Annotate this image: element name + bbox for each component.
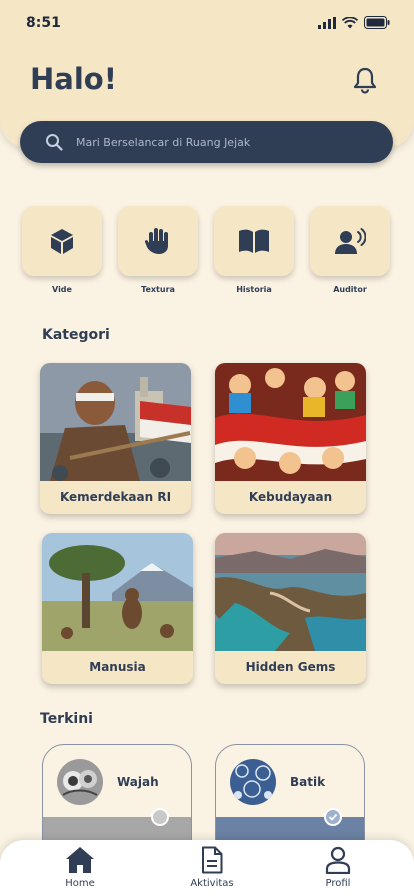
search-bar[interactable] (20, 121, 393, 163)
document-icon (202, 846, 223, 874)
recent-title: Wajah (117, 775, 159, 789)
mode-button-historia[interactable] (214, 206, 294, 276)
mode-button-textura[interactable] (118, 206, 198, 276)
voice-user-icon (335, 228, 366, 254)
user-icon (325, 846, 351, 874)
category-card-manusia[interactable]: Manusia (42, 533, 193, 684)
category-label: Kebudayaan (248, 490, 333, 504)
bell-icon[interactable] (350, 65, 380, 95)
category-card-hidden-gems[interactable]: Hidden Gems (215, 533, 366, 684)
recent-card-batik[interactable]: Batik (215, 744, 365, 854)
manusia-image (42, 533, 193, 651)
nav-label: Home (65, 878, 95, 889)
mode-label-vide: Vide (52, 285, 72, 294)
status-icons (318, 16, 390, 29)
search-icon (46, 134, 63, 151)
book-icon (239, 229, 269, 253)
terkini-title: Terkini (40, 711, 93, 727)
category-label: Manusia (89, 660, 146, 674)
kategori-title: Kategori (42, 327, 110, 343)
signal-icon (318, 16, 336, 29)
battery-icon (364, 16, 390, 29)
check-icon (324, 808, 342, 826)
home-icon (66, 847, 94, 873)
wifi-icon (342, 16, 358, 28)
batik-thumbnail (230, 759, 276, 805)
nav-item-home[interactable]: Home (40, 846, 120, 896)
search-input[interactable] (76, 121, 376, 163)
status-time: 8:51 (26, 15, 61, 31)
nav-label: Aktivitas (190, 878, 234, 889)
bottom-nav: Home Aktivitas Profil (0, 840, 414, 896)
category-card-kebudayaan[interactable]: Kebudayaan (215, 363, 366, 514)
cube-icon (51, 229, 73, 254)
recent-title: Batik (290, 775, 326, 789)
mode-label-historia: Historia (236, 285, 272, 294)
category-label: Hidden Gems (245, 660, 336, 674)
status-circle-icon (151, 808, 169, 826)
page-title: Halo! (30, 62, 117, 96)
hand-icon (144, 228, 168, 254)
category-card-kemerdekaan[interactable]: Kemerdekaan RI (40, 363, 191, 514)
category-label: Kemerdekaan RI (59, 490, 172, 504)
mode-button-vide[interactable] (22, 206, 102, 276)
recent-card-wajah[interactable]: Wajah (42, 744, 192, 854)
mode-button-auditor[interactable] (310, 206, 390, 276)
wajah-thumbnail (57, 759, 103, 805)
kebudayaan-image (215, 363, 366, 481)
mode-label-textura: Textura (141, 285, 175, 294)
nav-item-profil[interactable]: Profil (298, 846, 378, 896)
kemerdekaan-image (40, 363, 191, 481)
nav-item-aktivitas[interactable]: Aktivitas (172, 846, 252, 896)
nav-label: Profil (325, 878, 351, 889)
hidden-gems-image (215, 533, 366, 651)
mode-label-auditor: Auditor (333, 285, 367, 294)
